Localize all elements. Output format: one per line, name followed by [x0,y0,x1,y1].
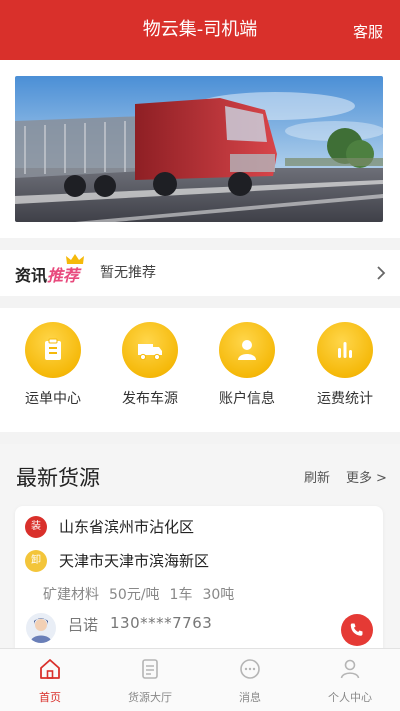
crown-icon [66,254,84,264]
phone-icon [350,623,363,636]
more-button[interactable]: 更多 > [346,467,387,486]
menu-account-info[interactable]: 账户信息 [197,322,297,422]
avatar [26,613,56,643]
cargo-meta: 矿建材料 50元/吨 1车 30吨 [43,584,244,604]
news-recommendation-bar[interactable]: 资讯推荐 暂无推荐 [0,250,400,296]
quick-menu: 运单中心 发布车源 账户信息 运费统计 [0,308,400,432]
unload-address: 天津市天津市滨海新区 [59,552,210,570]
menu-label: 发布车源 [122,391,178,407]
menu-waybill-center[interactable]: 运单中心 [3,322,103,422]
tab-cargo-hall[interactable]: 货源大厅 [100,649,200,711]
customer-service-button[interactable]: 客服 [353,0,383,60]
cargo-card[interactable]: 装 山东省滨州市沾化区 卸 天津市天津市滨海新区 矿建材料 50元/吨 1车 30吨 … [15,506,383,656]
load-address: 山东省滨州市沾化区 [59,518,195,536]
unload-badge: 卸 [25,550,47,572]
truck-count: 1车 [169,587,193,603]
home-icon [40,659,60,679]
app-header: 物云集-司机端 客服 [0,0,400,60]
chevron-right-icon [377,266,386,280]
truck-photo [15,76,383,222]
news-logo-part1: 资讯 [15,266,48,285]
load-badge: 装 [25,516,47,538]
refresh-button[interactable]: 刷新 [304,467,330,486]
tab-label: 个人中心 [328,691,372,704]
tab-label: 消息 [239,691,261,704]
chevron-right-icon: > [376,471,387,486]
clipboard-icon [142,659,158,679]
truck-icon [122,322,178,378]
latest-cargo-section: 最新货源 刷新 更多 > 装 山东省滨州市沾化区 卸 天津市天津市滨海新区 矿建材… [0,444,400,656]
section-title: 最新货源 [16,466,100,490]
news-logo-part2: 推荐 [47,266,80,285]
menu-publish-vehicle[interactable]: 发布车源 [100,322,200,422]
chat-bubble-icon [240,659,260,679]
news-text: 暂无推荐 [100,265,156,281]
owner-name: 吕诺 [68,616,99,634]
banner-section [0,60,400,238]
goods-type: 矿建材料 [43,587,99,603]
bar-chart-icon [317,322,373,378]
tab-label: 货源大厅 [128,691,172,704]
weight: 30吨 [202,587,235,603]
menu-label: 运单中心 [25,391,81,407]
news-logo: 资讯推荐 [15,254,87,285]
menu-label: 运费统计 [317,391,373,407]
person-icon [340,659,360,679]
menu-label: 账户信息 [219,391,275,407]
owner-phone: 130****7763 [110,614,213,632]
unit-price: 50元/吨 [109,587,160,603]
call-button[interactable] [341,614,373,646]
page-title: 物云集-司机端 [142,19,258,40]
tab-profile[interactable]: 个人中心 [300,649,400,711]
menu-freight-stats[interactable]: 运费统计 [295,322,395,422]
tab-home[interactable]: 首页 [0,649,100,711]
more-label: 更多 [346,471,373,486]
bottom-tab-bar: 首页 货源大厅 消息 个人中心 [0,648,400,711]
user-icon [219,322,275,378]
document-icon [25,322,81,378]
banner-image[interactable] [15,76,383,222]
tab-messages[interactable]: 消息 [200,649,300,711]
tab-label: 首页 [39,691,61,704]
